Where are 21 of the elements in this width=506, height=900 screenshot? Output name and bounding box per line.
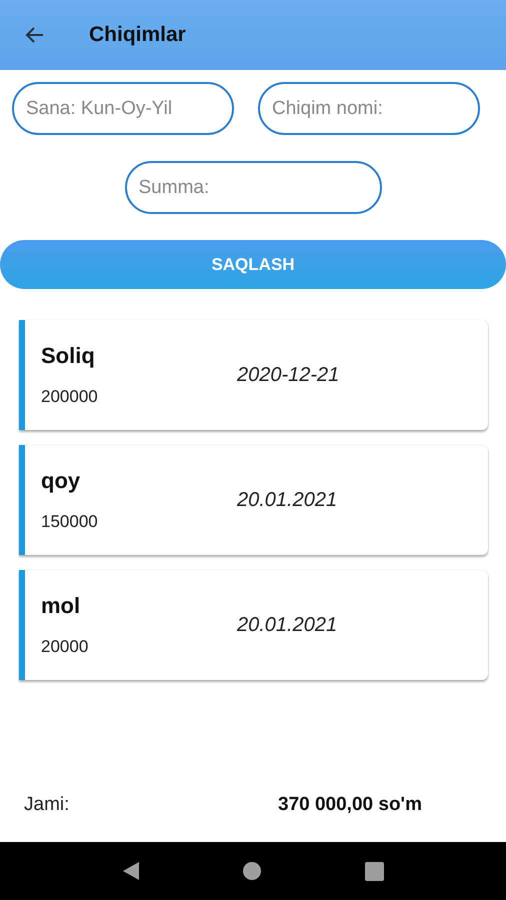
expense-date: 20.01.2021 <box>237 488 338 512</box>
name-input-field[interactable]: Chiqim nomi: <box>258 82 480 135</box>
expense-date: 20.01.2021 <box>237 614 338 636</box>
total-value: 370 000,00 so'm <box>278 794 422 816</box>
expense-date: 2020-12-21 <box>237 364 340 386</box>
expense-card[interactable]: qoy 150000 20.01.2021 <box>19 445 488 555</box>
expense-amount: 200000 <box>41 387 99 407</box>
total-label: Jami: <box>24 794 70 816</box>
screen-title: Chiqimlar <box>89 23 186 47</box>
home-circle-icon[interactable] <box>243 862 262 880</box>
expense-name: Soliq <box>41 343 96 369</box>
expense-name: mol <box>41 593 82 619</box>
expense-amount: 20000 <box>41 637 90 657</box>
date-input-field[interactable]: Sana: Kun-Oy-Yil <box>12 82 234 135</box>
back-triangle-icon[interactable] <box>122 861 140 881</box>
expense-amount: 150000 <box>41 512 99 532</box>
amount-input-field[interactable]: Summa: <box>124 161 382 214</box>
expense-card[interactable]: mol 20000 20.01.2021 <box>19 570 488 680</box>
expense-card[interactable]: Soliq 200000 2020-12-21 <box>19 320 488 430</box>
recents-square-icon[interactable] <box>365 862 384 880</box>
expense-name: qoy <box>41 468 82 494</box>
